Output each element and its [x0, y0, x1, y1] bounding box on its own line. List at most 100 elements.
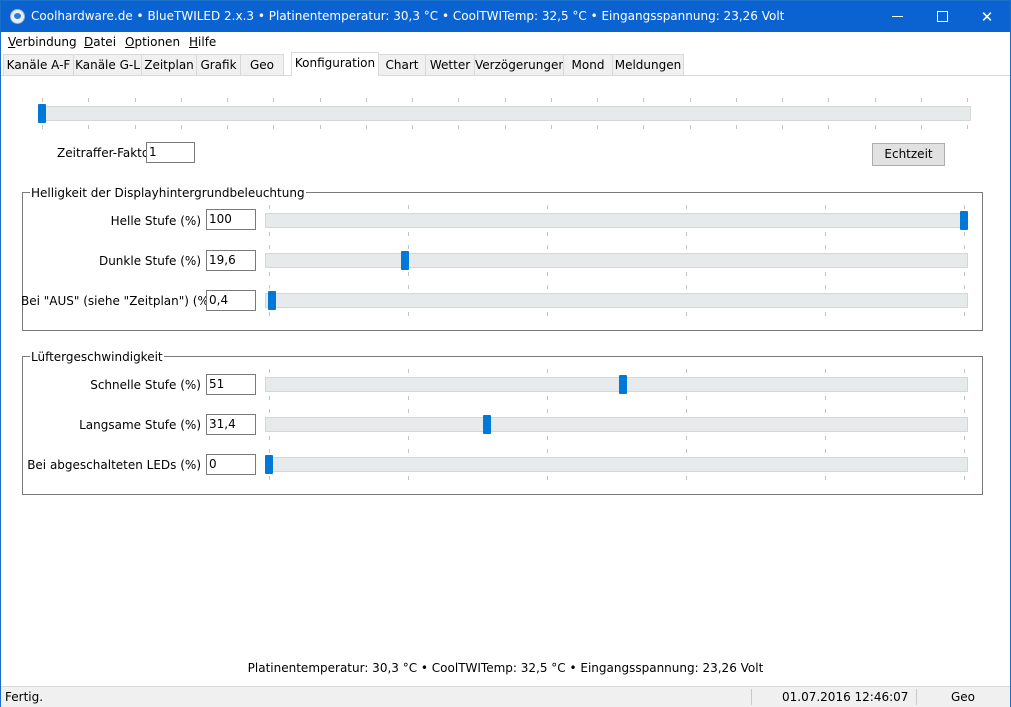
slider-tick [135, 98, 136, 102]
slider-tick [269, 409, 270, 413]
leds-off-level-field[interactable]: 0 [206, 454, 256, 475]
slider-tick [269, 369, 270, 373]
slow-level-slider[interactable] [265, 409, 968, 441]
configuration-panel: Zeitraffer-Faktor 1 Echtzeit Helligkeit … [1, 76, 1010, 686]
slider-tick [686, 205, 687, 209]
leds-off-level-slider[interactable] [265, 449, 968, 481]
slider-track[interactable] [265, 213, 968, 228]
slider-tick [458, 98, 459, 102]
slider-tick [408, 232, 409, 236]
slider-tick [825, 312, 826, 316]
fast-level-label: Schnelle Stufe (%) [90, 378, 201, 392]
tab-strip: Kanäle A-F Kanäle G-L Zeitplan Grafik Ge… [1, 52, 1010, 76]
tab-mond[interactable]: Mond [563, 54, 613, 75]
slider-thumb[interactable] [268, 291, 276, 310]
slider-track[interactable] [265, 253, 968, 268]
slider-tick [269, 245, 270, 249]
maximize-button[interactable] [919, 1, 965, 32]
dark-level-field[interactable]: 19,6 [206, 250, 256, 271]
slider-tick [690, 125, 691, 129]
tab-zeitplan[interactable]: Zeitplan [141, 54, 197, 75]
slider-thumb[interactable] [38, 104, 46, 123]
slider-tick [736, 125, 737, 129]
tab-grafik[interactable]: Grafik [196, 54, 241, 75]
fast-level-field[interactable]: 51 [206, 374, 256, 395]
slider-tick [547, 232, 548, 236]
slider-track[interactable] [38, 106, 971, 121]
status-bar: Fertig. 01.07.2016 12:46:07 Geo [1, 686, 1010, 707]
tab-chart[interactable]: Chart [378, 54, 426, 75]
tab-konfiguration[interactable]: Konfiguration [291, 52, 379, 76]
slider-tick [269, 272, 270, 276]
slider-tick [964, 396, 965, 400]
slider-tick [227, 98, 228, 102]
slider-tick [547, 285, 548, 289]
app-window: Coolhardware.de • BlueTWILED 2.x.3 • Pla… [0, 0, 1011, 707]
menu-label: ilfe [198, 35, 217, 49]
slider-tick [825, 285, 826, 289]
menu-hilfe[interactable]: Hilfe [189, 35, 216, 49]
slider-tick [825, 232, 826, 236]
slider-tick [458, 125, 459, 129]
status-mode: Geo [951, 690, 976, 704]
slider-tick [269, 312, 270, 316]
title-bar[interactable]: Coolhardware.de • BlueTWILED 2.x.3 • Pla… [1, 1, 1010, 32]
slider-tick [320, 125, 321, 129]
slider-tick [782, 98, 783, 102]
slider-tick [408, 436, 409, 440]
slider-track[interactable] [265, 293, 968, 308]
slider-tick [547, 369, 548, 373]
slider-tick [273, 125, 274, 129]
timelapse-slider[interactable] [38, 98, 971, 130]
timelapse-factor-label: Zeitraffer-Faktor [57, 146, 155, 160]
tab-verzoegerungen[interactable]: Verzögerungen [474, 54, 566, 75]
realtime-button[interactable]: Echtzeit [872, 143, 945, 166]
menu-verbindung[interactable]: Verbindung [8, 35, 77, 49]
slider-tick [597, 125, 598, 129]
slider-tick [227, 125, 228, 129]
fast-level-slider[interactable] [265, 369, 968, 401]
slider-tick [547, 449, 548, 453]
close-button[interactable]: ✕ [964, 1, 1010, 32]
slider-tick [875, 98, 876, 102]
tab-kanaele-g-l[interactable]: Kanäle G-L [73, 54, 142, 75]
bright-level-field[interactable]: 100 [206, 209, 256, 230]
status-separator [751, 689, 752, 705]
slider-tick [551, 125, 552, 129]
slider-tick [964, 476, 965, 480]
slider-thumb[interactable] [401, 251, 409, 270]
slider-track[interactable] [265, 417, 968, 432]
dark-level-slider[interactable] [265, 245, 968, 277]
off-level-slider[interactable] [265, 285, 968, 317]
close-icon: ✕ [980, 7, 994, 26]
slider-tick [921, 98, 922, 102]
slider-thumb[interactable] [265, 455, 273, 474]
slider-thumb[interactable] [960, 211, 968, 230]
slider-tick [690, 98, 691, 102]
slider-track[interactable] [265, 377, 968, 392]
bright-level-slider[interactable] [265, 205, 968, 237]
slider-tick [964, 369, 965, 373]
slider-tick [408, 449, 409, 453]
slider-tick [964, 409, 965, 413]
minimize-button[interactable] [874, 1, 920, 32]
tab-wetter[interactable]: Wetter [425, 54, 475, 75]
off-level-field[interactable]: 0,4 [206, 290, 256, 311]
slider-tick [686, 312, 687, 316]
slider-thumb[interactable] [619, 375, 627, 394]
tab-kanaele-a-f[interactable]: Kanäle A-F [3, 54, 74, 75]
timelapse-factor-field[interactable]: 1 [146, 142, 195, 163]
slider-tick [408, 205, 409, 209]
slider-tick [828, 98, 829, 102]
tab-meldungen[interactable]: Meldungen [612, 54, 684, 75]
slider-thumb[interactable] [483, 415, 491, 434]
menu-optionen[interactable]: Optionen [125, 35, 180, 49]
slider-tick [547, 245, 548, 249]
slider-tick [825, 476, 826, 480]
slider-track[interactable] [265, 457, 968, 472]
tab-geo[interactable]: Geo [240, 54, 284, 75]
menu-datei[interactable]: Datei [84, 35, 116, 49]
menu-label: atei [93, 35, 117, 49]
leds-off-level-label: Bei abgeschalteten LEDs (%) [27, 458, 201, 472]
slow-level-field[interactable]: 31,4 [206, 414, 256, 435]
